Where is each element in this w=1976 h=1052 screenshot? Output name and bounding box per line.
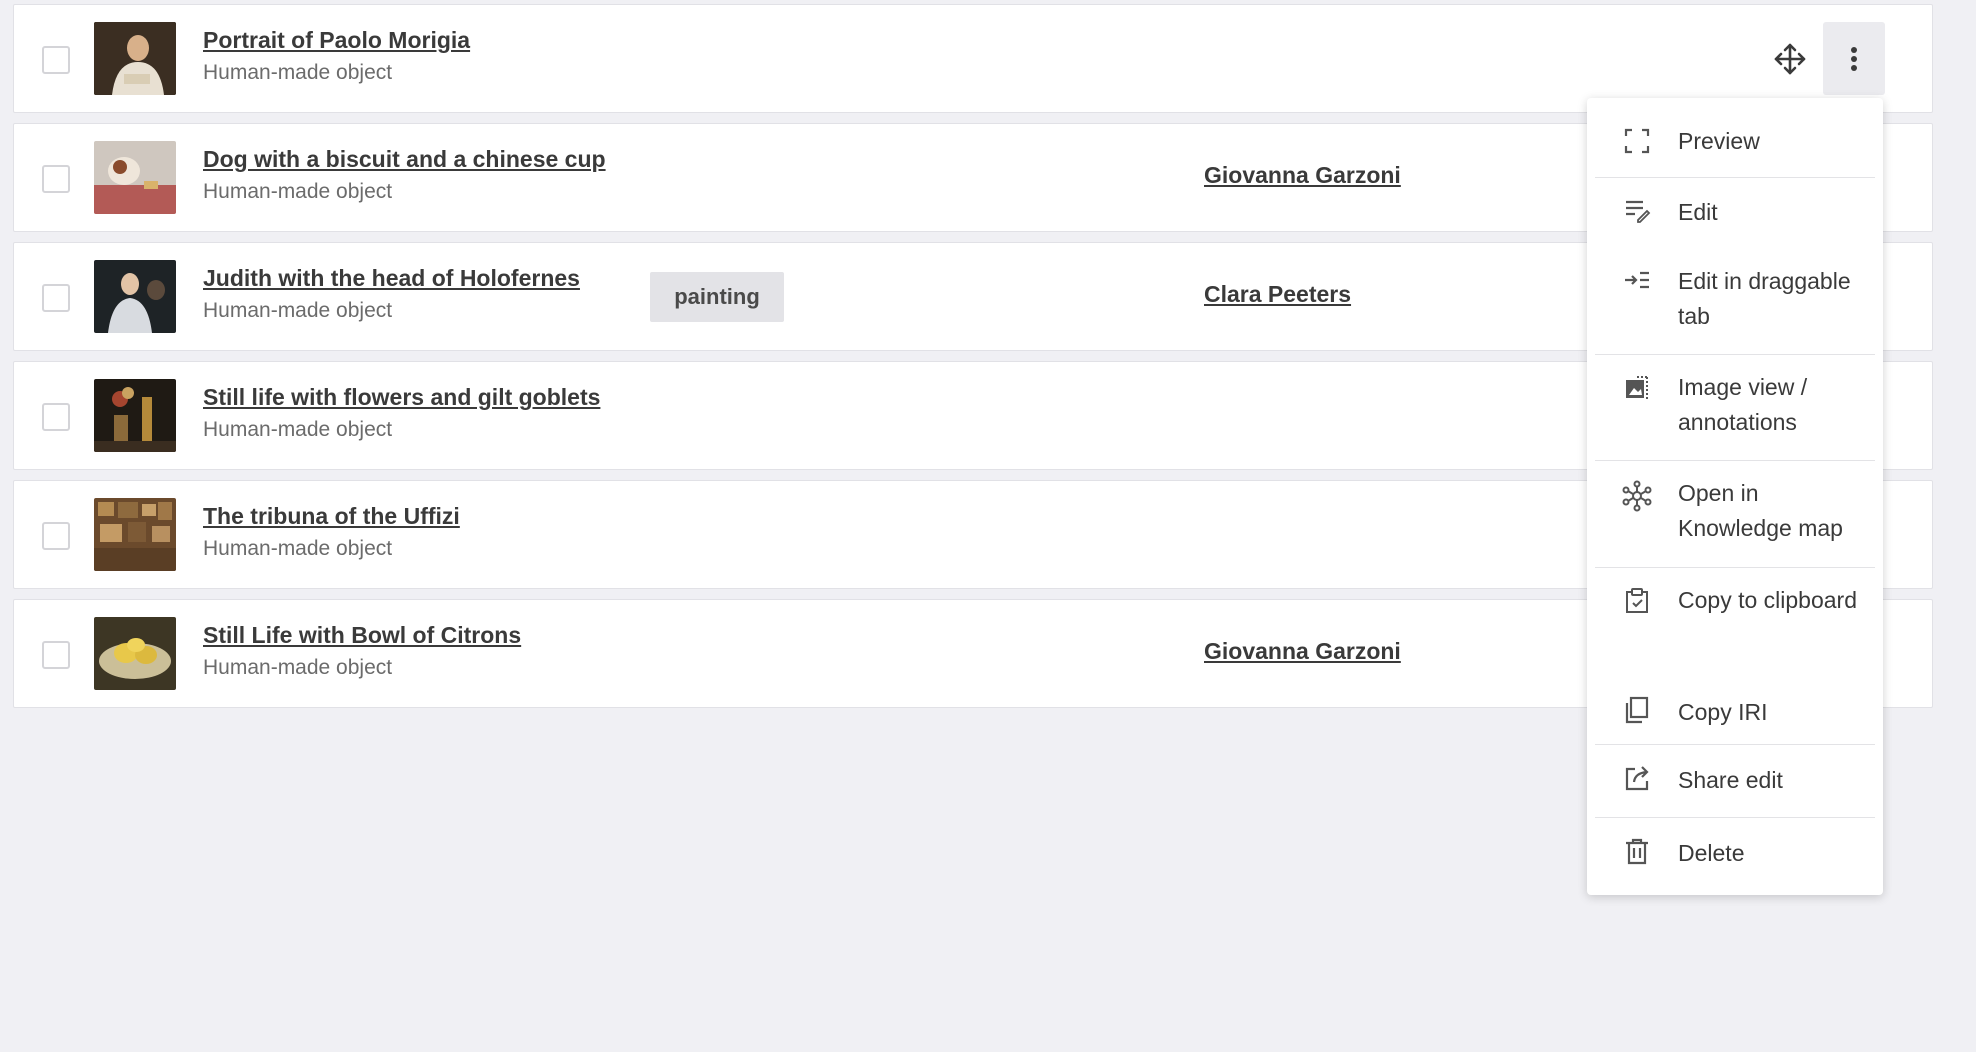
menu-item-preview[interactable]: Preview	[1595, 111, 1875, 171]
menu-item-copy-iri[interactable]: Copy IRI	[1595, 682, 1875, 744]
row-title-link[interactable]: Still Life with Bowl of Citrons	[203, 622, 521, 649]
menu-item-edit-draggable-tab[interactable]: Edit in draggable tab	[1595, 254, 1875, 354]
edit-lines-icon	[1626, 200, 1651, 223]
arrow-into-list-icon	[1625, 271, 1649, 289]
menu-item-label: Share edit	[1678, 767, 1783, 793]
row-title-link[interactable]: Still life with flowers and gilt goblets	[203, 384, 600, 411]
row-checkbox[interactable]	[42, 46, 70, 74]
menu-divider	[1595, 354, 1875, 355]
fullscreen-corners-icon	[1624, 128, 1650, 154]
row-title-link[interactable]: The tribuna of the Uffizi	[203, 503, 460, 530]
kebab-vertical-icon	[1851, 46, 1857, 71]
creator-link[interactable]: Giovanna Garzoni	[1204, 638, 1401, 665]
row-type-label: Human-made object	[203, 656, 393, 679]
row-title-link[interactable]: Judith with the head of Holofernes	[203, 265, 580, 292]
row-checkbox[interactable]	[42, 522, 70, 550]
result-row[interactable]: Portrait of Paolo Morigia Human-made obj…	[13, 4, 1933, 113]
row-checkbox[interactable]	[42, 403, 70, 431]
thumbnail-image[interactable]	[94, 617, 176, 690]
menu-divider	[1595, 460, 1875, 461]
menu-item-label: Image view / annotations	[1678, 374, 1808, 435]
menu-divider	[1595, 744, 1875, 745]
menu-item-label: Delete	[1678, 840, 1745, 866]
row-context-menu: Preview Edit Edit in draggable tab Image…	[1587, 98, 1883, 895]
thumbnail-image[interactable]	[94, 260, 176, 333]
type-tag: painting	[650, 272, 784, 322]
share-box-icon	[1625, 766, 1649, 791]
thumbnail-image[interactable]	[94, 379, 176, 452]
thumbnail-image[interactable]	[94, 22, 176, 95]
row-type-label: Human-made object	[203, 180, 393, 203]
copy-pages-icon	[1625, 696, 1649, 724]
menu-item-label: Edit	[1678, 199, 1718, 225]
results-list-page: Portrait of Paolo Morigia Human-made obj…	[0, 0, 1976, 1052]
row-title-link[interactable]: Dog with a biscuit and a chinese cup	[203, 146, 606, 173]
row-checkbox[interactable]	[42, 165, 70, 193]
menu-item-share-edit[interactable]: Share edit	[1595, 750, 1875, 812]
graph-network-icon	[1622, 480, 1652, 512]
row-checkbox[interactable]	[42, 284, 70, 312]
menu-item-delete[interactable]: Delete	[1595, 823, 1875, 885]
row-title-link[interactable]: Portrait of Paolo Morigia	[203, 27, 470, 54]
menu-divider	[1595, 567, 1875, 568]
thumbnail-image[interactable]	[94, 498, 176, 571]
menu-item-image-view[interactable]: Image view / annotations	[1595, 360, 1875, 460]
menu-item-label: Copy to clipboard	[1678, 587, 1857, 613]
row-type-label: Human-made object	[203, 418, 393, 441]
row-type-label: Human-made object	[203, 299, 393, 322]
menu-item-label: Copy IRI	[1678, 699, 1768, 725]
menu-item-label: Preview	[1678, 128, 1760, 154]
menu-item-label: Open in Knowledge map	[1678, 480, 1843, 541]
image-annotation-icon	[1626, 376, 1648, 399]
menu-item-copy-clipboard[interactable]: Copy to clipboard	[1595, 573, 1875, 673]
trash-icon	[1626, 838, 1648, 865]
menu-item-knowledge-map[interactable]: Open in Knowledge map	[1595, 466, 1875, 566]
move-arrows-icon[interactable]	[1772, 41, 1808, 77]
creator-link[interactable]: Giovanna Garzoni	[1204, 162, 1401, 189]
creator-link[interactable]: Clara Peeters	[1204, 281, 1351, 308]
thumbnail-image[interactable]	[94, 141, 176, 214]
menu-item-edit[interactable]: Edit	[1595, 182, 1875, 244]
row-type-label: Human-made object	[203, 61, 393, 84]
menu-divider	[1595, 177, 1875, 178]
row-menu-button[interactable]	[1823, 22, 1885, 95]
row-type-label: Human-made object	[203, 537, 393, 560]
row-checkbox[interactable]	[42, 641, 70, 669]
clipboard-check-icon	[1626, 588, 1648, 613]
menu-item-label: Edit in draggable tab	[1678, 268, 1851, 329]
menu-divider	[1595, 817, 1875, 818]
